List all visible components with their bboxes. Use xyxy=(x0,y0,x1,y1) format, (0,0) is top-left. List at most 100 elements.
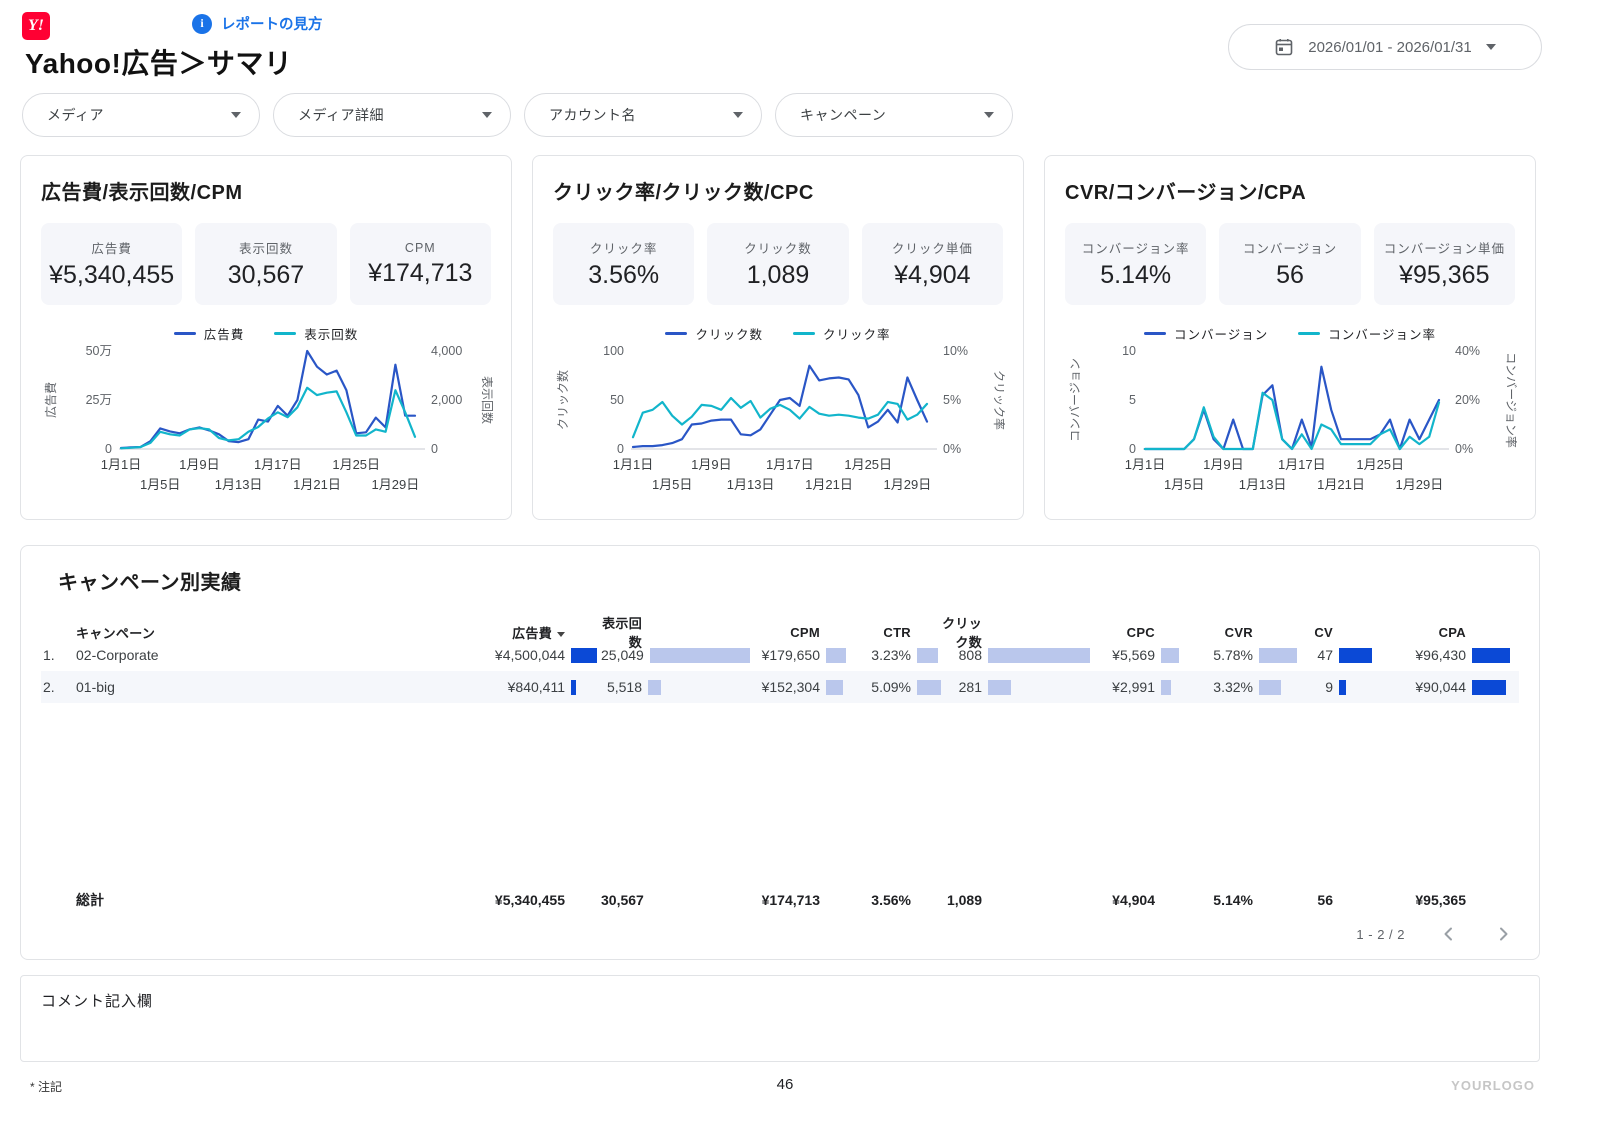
scorecard-label: 広告費 xyxy=(91,242,132,256)
scorecard-label: CPM xyxy=(404,240,436,255)
legend-label: クリック率 xyxy=(823,327,891,342)
page-title: Yahoo!広告＞サマリ xyxy=(25,48,293,79)
filter-campaign[interactable]: キャンペーン xyxy=(775,93,1013,137)
comment-box[interactable]: コメント記入欄 xyxy=(20,975,1540,1062)
kpi-cards: 広告費/表示回数/CPM 広告費 ¥5,340,455 表示回数 30,567 … xyxy=(20,155,1536,520)
metric-bar xyxy=(988,679,1011,695)
filter-label: キャンペーン xyxy=(800,107,887,123)
card-title: CVR/コンバージョン/CPA xyxy=(1065,182,1307,204)
scorecard-value: ¥4,904 xyxy=(894,261,971,289)
column-header[interactable]: CTR xyxy=(851,625,941,640)
metric-bar xyxy=(571,679,576,695)
totals-value: ¥5,340,455 xyxy=(494,892,565,908)
chart-legend: コンバージョン コンバージョン率 xyxy=(1065,325,1515,342)
info-icon: i xyxy=(192,13,212,34)
svg-text:1月17日: 1月17日 xyxy=(254,457,302,472)
totals-value: 3.56% xyxy=(871,892,911,908)
metric-cell: ¥840,411 xyxy=(421,671,601,703)
report-help-link[interactable]: i レポートの見方 xyxy=(192,13,323,34)
metric-value: 281 xyxy=(958,679,982,695)
scorecard-cpa: コンバージョン単価 ¥95,365 xyxy=(1373,223,1515,305)
scorecard-row: クリック率 3.56% クリック数 1,089 クリック単価 ¥4,904 xyxy=(553,223,1003,305)
metric-cell: ¥4,500,044 xyxy=(421,639,601,671)
table-row[interactable]: 1. 02-Corporate ¥4,500,044 25,049 ¥179,650 3.… xyxy=(41,639,1519,671)
metric-value: 9 xyxy=(1325,679,1333,695)
next-page-button[interactable] xyxy=(1493,924,1513,944)
chevron-down-icon xyxy=(1485,44,1496,50)
svg-text:1月17日: 1月17日 xyxy=(766,457,814,472)
svg-text:1月29日: 1月29日 xyxy=(884,477,932,492)
metric-bar xyxy=(826,679,843,695)
filter-media[interactable]: メディア xyxy=(22,93,260,137)
svg-text:1月9日: 1月9日 xyxy=(1203,457,1243,472)
legend-swatch xyxy=(1298,331,1321,335)
legend-item[interactable]: クリック数 xyxy=(665,325,763,342)
svg-text:1月29日: 1月29日 xyxy=(372,477,420,492)
metric-bar xyxy=(917,679,941,695)
scorecard-label: コンバージョン率 xyxy=(1081,242,1190,256)
svg-text:1月17日: 1月17日 xyxy=(1278,457,1326,472)
legend-item[interactable]: コンバージョン率 xyxy=(1298,325,1437,342)
conversions-cvr-line-chart[interactable]: 0 5 10 0% 20% 40% コンバージョン コンバージョン率 1月1日 1月5日 1月9日 1… xyxy=(1065,343,1517,505)
chevron-down-icon xyxy=(231,112,241,118)
spend-impressions-line-chart[interactable]: 0 25万 50万 0 2,000 4,000 広告費 表示回数 1月1日 1月5日 1月9日 1月1… xyxy=(41,343,493,505)
table-totals-row: 総計 ¥5,340,455 30,567 ¥174,713 3.56% 1,089 ¥4,9… xyxy=(41,883,1519,917)
svg-text:クリック率: クリック率 xyxy=(992,370,1005,430)
metric-bar xyxy=(571,647,597,663)
scorecard-value: ¥95,365 xyxy=(1399,261,1490,289)
legend-label: コンバージョン率 xyxy=(1328,327,1437,342)
sort-caret-icon xyxy=(557,631,565,637)
filter-account-name[interactable]: アカウント名 xyxy=(524,93,762,137)
metric-value: 808 xyxy=(958,647,982,663)
help-link-label: レポートの見方 xyxy=(221,17,323,33)
chevron-down-icon xyxy=(482,112,492,118)
legend-swatch xyxy=(793,331,815,335)
svg-text:0: 0 xyxy=(431,442,438,456)
metric-cell: ¥2,991 xyxy=(1093,671,1186,703)
row-index: 1. xyxy=(43,647,55,663)
legend-swatch xyxy=(274,331,297,335)
column-header[interactable]: CVR xyxy=(1186,625,1299,640)
column-header[interactable]: CPC xyxy=(1093,625,1186,640)
svg-text:40%: 40% xyxy=(1455,344,1480,358)
metric-value: ¥4,500,044 xyxy=(494,647,565,663)
metric-cell: 808 xyxy=(941,639,1093,671)
metric-value: ¥2,991 xyxy=(1112,679,1155,695)
column-header[interactable]: CPM xyxy=(753,625,851,640)
column-header[interactable]: CV xyxy=(1299,625,1375,640)
legend-item[interactable]: 表示回数 xyxy=(274,325,358,342)
metric-value: 5.09% xyxy=(871,679,911,695)
totals-value: ¥95,365 xyxy=(1415,892,1466,908)
legend-item[interactable]: コンバージョン xyxy=(1143,325,1268,342)
metric-value: ¥96,430 xyxy=(1415,647,1466,663)
table-row[interactable]: 2. 01-big ¥840,411 5,518 ¥152,304 5.09% 281 ¥2,… xyxy=(41,671,1519,703)
legend-label: クリック数 xyxy=(695,327,763,342)
svg-text:1月25日: 1月25日 xyxy=(1356,457,1404,472)
metric-bar xyxy=(826,647,846,663)
column-header[interactable]: CPA xyxy=(1375,625,1511,640)
legend-item[interactable]: クリック率 xyxy=(793,325,891,342)
scorecard-label: コンバージョン単価 xyxy=(1383,242,1505,256)
metric-bar xyxy=(1161,647,1179,663)
filter-media-detail[interactable]: メディア詳細 xyxy=(273,93,511,137)
metric-bar xyxy=(988,647,1090,663)
clicks-ctr-line-chart[interactable]: 0 50 100 0% 5% 10% クリック数 クリック率 1月1日 1月5日 1月9日 1月13日… xyxy=(553,343,1005,505)
totals-value: 5.14% xyxy=(1213,892,1253,908)
date-range-picker[interactable]: 2026/01/01 - 2026/01/31 xyxy=(1228,24,1542,70)
metric-cell: ¥96,430 xyxy=(1375,639,1511,671)
card-cvr-conversions-cpa: CVR/コンバージョン/CPA コンバージョン率 5.14% コンバージョン 5… xyxy=(1044,155,1536,520)
svg-text:0%: 0% xyxy=(1455,442,1473,456)
svg-text:1月13日: 1月13日 xyxy=(215,477,263,492)
watermark-logo: YOURLOGO xyxy=(1451,1078,1535,1093)
legend-item[interactable]: 広告費 xyxy=(173,325,245,342)
scorecard-cvr: コンバージョン率 5.14% xyxy=(1065,223,1207,305)
metric-bar xyxy=(917,647,938,663)
metric-value: 5,518 xyxy=(606,679,642,695)
legend-swatch xyxy=(1143,331,1166,335)
scorecard-value: 5.14% xyxy=(1100,261,1172,289)
totals-value: ¥4,904 xyxy=(1112,892,1155,908)
previous-page-button[interactable] xyxy=(1439,924,1459,944)
metric-cell: 5,518 xyxy=(601,671,753,703)
svg-text:1月1日: 1月1日 xyxy=(101,457,141,472)
campaign-name: 02-Corporate xyxy=(76,647,159,663)
